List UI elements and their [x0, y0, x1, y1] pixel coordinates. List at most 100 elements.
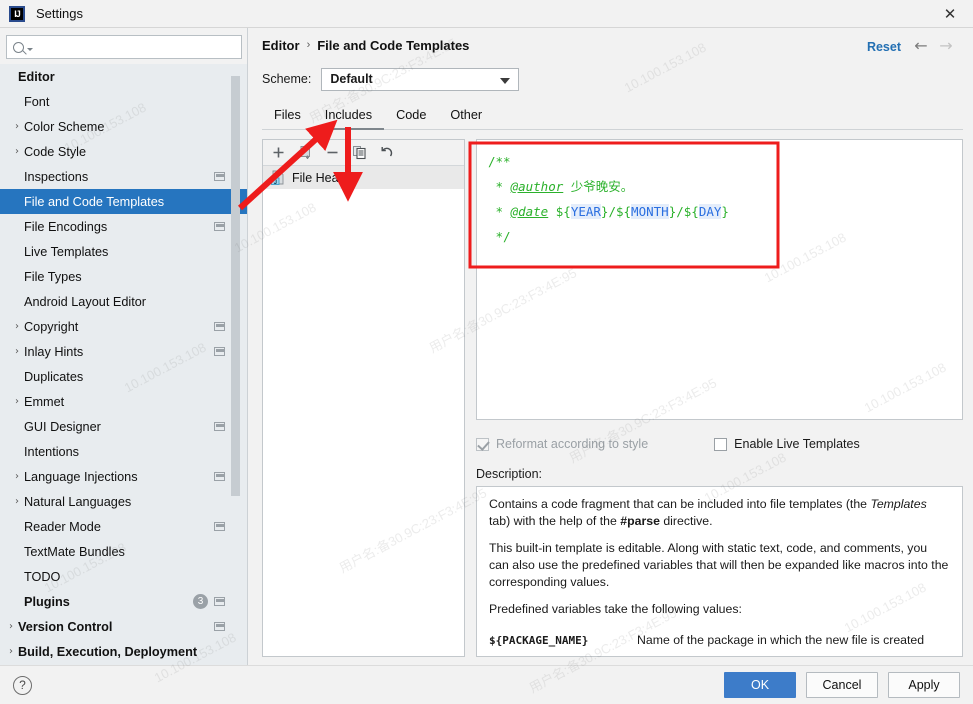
sidebar-item-label: Reader Mode — [24, 519, 101, 534]
window-title-bar: IJ Settings ✕ — [0, 0, 973, 28]
code-line: */ — [488, 224, 962, 249]
sidebar-item-label: Version Control — [18, 619, 113, 634]
sidebar-item-file-encodings[interactable]: File Encodings — [0, 214, 248, 239]
sidebar-item-inspections[interactable]: Inspections — [0, 164, 248, 189]
sidebar-item-live-templates[interactable]: Live Templates — [0, 239, 248, 264]
duplicate-template-icon[interactable] — [352, 145, 367, 160]
sidebar-item-scope-icon — [214, 347, 225, 356]
search-box[interactable] — [6, 35, 242, 59]
sidebar-search-wrap — [0, 28, 248, 64]
breadcrumb-parent[interactable]: Editor — [262, 38, 300, 53]
sidebar-item-label: Android Layout Editor — [24, 294, 147, 309]
sidebar-item-label: File Types — [24, 269, 82, 284]
scheme-label: Scheme: — [262, 72, 312, 86]
sidebar-item-scope-icon — [214, 622, 225, 631]
code-line: * @author 少爷晚安。 — [488, 174, 962, 199]
desc-p1-em: Templates — [870, 497, 927, 511]
live-templates-checkbox-wrap[interactable]: Enable Live Templates — [714, 437, 860, 451]
reformat-checkbox-wrap[interactable]: Reformat according to style — [476, 437, 648, 451]
tab-files[interactable]: Files — [262, 108, 313, 129]
search-icon — [13, 41, 24, 53]
help-icon[interactable]: ? — [13, 675, 32, 695]
code-line: /** — [488, 149, 962, 174]
sidebar-item-code-style[interactable]: › Code Style — [0, 139, 248, 164]
variable-row: ${PACKAGE_NAME} Name of the package in wh… — [489, 628, 950, 656]
description-box[interactable]: Contains a code fragment that can be inc… — [476, 486, 963, 657]
sidebar-item-textmate-bundles[interactable]: TextMate Bundles — [0, 539, 248, 564]
description-paragraph-3: Predefined variables take the following … — [489, 602, 742, 616]
sidebar-item-file-types[interactable]: File Types — [0, 264, 248, 289]
back-arrow-icon[interactable]: ← — [912, 38, 930, 56]
chevron-right-icon[interactable]: › — [10, 146, 24, 157]
sidebar-item-reader-mode[interactable]: Reader Mode — [0, 514, 248, 539]
sidebar-item-file-and-code-templates[interactable]: File and Code Templates — [0, 189, 248, 214]
template-code-editor[interactable]: /** * @author 少爷晚安。 * @date ${YEAR}/${MO… — [476, 139, 963, 420]
remove-template-icon[interactable] — [325, 145, 340, 160]
sidebar-item-version-control[interactable]: › Version Control — [0, 614, 248, 639]
sidebar-item-intentions[interactable]: Intentions — [0, 439, 248, 464]
add-template-icon[interactable] — [271, 145, 286, 160]
sidebar-item-language-injections[interactable]: › Language Injections — [0, 464, 248, 489]
close-icon[interactable]: ✕ — [927, 0, 973, 27]
sidebar-item-emmet[interactable]: › Emmet — [0, 389, 248, 414]
chevron-right-icon[interactable]: › — [10, 346, 24, 357]
code-line: * @date ${YEAR}/${MONTH}/${DAY} — [488, 199, 962, 224]
scheme-selected-value: Default — [330, 72, 373, 86]
tab-includes[interactable]: Includes — [312, 108, 385, 130]
cancel-button[interactable]: Cancel — [806, 672, 878, 698]
template-list-panel: File Header — [262, 139, 465, 657]
sidebar-item-scope-icon — [214, 172, 225, 181]
settings-tree[interactable]: Editor Font › Color Scheme › Code Style Inspec… — [0, 64, 248, 665]
sidebar-item-build-execution-deployment[interactable]: › Build, Execution, Deployment — [0, 639, 248, 664]
sidebar-item-plugins[interactable]: Plugins 3 — [0, 589, 248, 614]
desc-p1-strong: #parse — [620, 514, 660, 528]
code-token-var: DAY — [698, 204, 722, 219]
code-token-comment: 少爷晚安。 — [563, 179, 634, 194]
template-list-item[interactable]: File Header — [263, 166, 464, 189]
template-editor-column: /** * @author 少爷晚安。 * @date ${YEAR}/${MO… — [476, 139, 963, 657]
search-input[interactable] — [33, 39, 241, 55]
tab-code[interactable]: Code — [384, 108, 438, 129]
code-token-var: YEAR — [570, 204, 601, 219]
sidebar-item-todo[interactable]: TODO — [0, 564, 248, 589]
sidebar-item-gui-designer[interactable]: GUI Designer — [0, 414, 248, 439]
sidebar-item-editor[interactable]: Editor — [0, 64, 248, 89]
sidebar-item-scope-icon — [214, 597, 225, 606]
copy-template-icon[interactable] — [298, 145, 313, 160]
ok-button[interactable]: OK — [724, 672, 796, 698]
sidebar-item-copyright[interactable]: › Copyright — [0, 314, 248, 339]
code-token-comment: */ — [488, 229, 511, 244]
window-title: Settings — [36, 6, 83, 21]
reformat-label: Reformat according to style — [496, 437, 649, 451]
tab-other[interactable]: Other — [438, 108, 494, 129]
template-items[interactable]: File Header — [263, 166, 464, 656]
chevron-right-icon[interactable]: › — [10, 496, 24, 507]
sidebar-item-color-scheme[interactable]: › Color Scheme — [0, 114, 248, 139]
code-token-var: MONTH — [631, 204, 669, 219]
sidebar-item-duplicates[interactable]: Duplicates — [0, 364, 248, 389]
code-token-comment — [548, 204, 556, 219]
sidebar-scrollbar-thumb[interactable] — [231, 76, 240, 496]
sidebar-item-natural-languages[interactable]: › Natural Languages — [0, 489, 248, 514]
chevron-right-icon[interactable]: › — [10, 471, 24, 482]
chevron-right-icon[interactable]: › — [4, 646, 18, 657]
sidebar-item-android-layout-editor[interactable]: Android Layout Editor — [0, 289, 248, 314]
sidebar-item-scope-icon — [214, 322, 225, 331]
sidebar-item-label: Intentions — [24, 444, 80, 459]
reset-template-icon[interactable] — [379, 145, 394, 160]
sidebar-item-inlay-hints[interactable]: › Inlay Hints — [0, 339, 248, 364]
scheme-dropdown[interactable]: Default — [321, 67, 520, 91]
sidebar-item-scope-icon — [214, 422, 225, 431]
sidebar-item-label: File Encodings — [24, 219, 108, 234]
chevron-right-icon[interactable]: › — [10, 121, 24, 132]
reset-link[interactable]: Reset — [867, 40, 901, 54]
settings-tree-items: Editor Font › Color Scheme › Code Style Inspec… — [0, 64, 248, 664]
sidebar-item-font[interactable]: Font — [0, 89, 248, 114]
sidebar-scrollbar[interactable] — [231, 64, 240, 665]
reformat-checkbox — [476, 437, 489, 451]
forward-arrow-icon[interactable]: → — [937, 38, 955, 56]
chevron-right-icon[interactable]: › — [10, 396, 24, 407]
chevron-right-icon[interactable]: › — [4, 621, 18, 632]
apply-button[interactable]: Apply — [888, 672, 960, 698]
chevron-right-icon[interactable]: › — [10, 321, 24, 332]
